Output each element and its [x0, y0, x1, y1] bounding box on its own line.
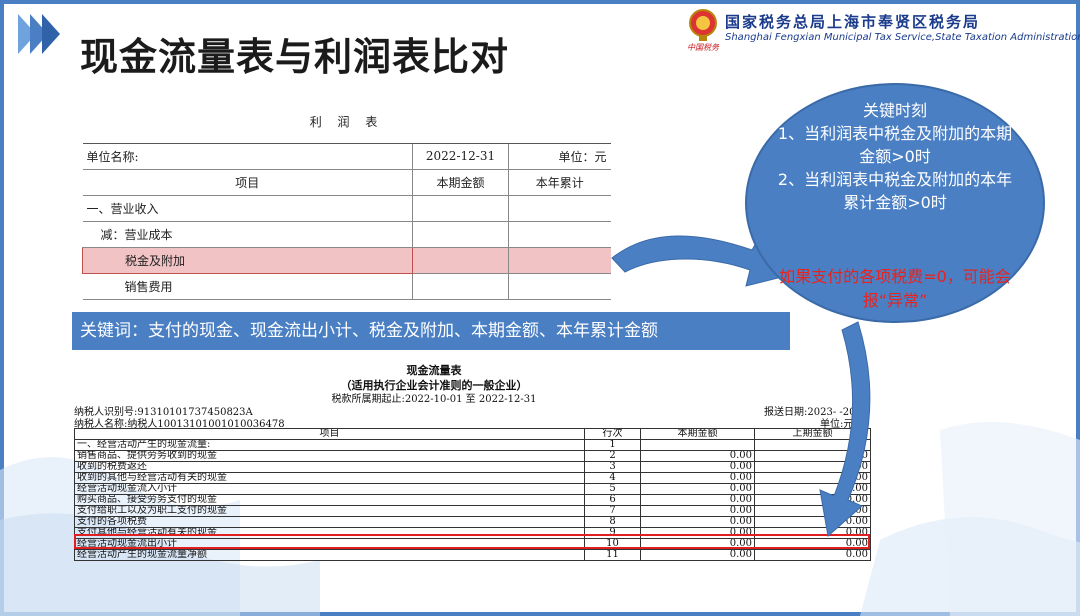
cell-current [412, 247, 509, 274]
table-row: 减：营业成本 [82, 221, 611, 248]
callout-line-1: 1、当利润表中税金及附加的本期金额>0时 [777, 124, 1013, 166]
table-row: 经营活动现金流入小计 5 0.00 0.00 [74, 483, 871, 495]
table-row: 购买商品、接受劳务支付的现金 6 0.00 0.00 [74, 494, 871, 506]
cell-current [412, 273, 509, 300]
row-label: 销售费用 [82, 273, 413, 300]
cell-current: 0.00 [640, 505, 755, 517]
row-label: 一、营业收入 [82, 195, 413, 222]
unit-name-label: 单位名称: [82, 143, 413, 170]
income-statement: 利 润 表 单位名称: 2022-12-31 单位：元 项目 本期金额 本年累计… [82, 101, 611, 301]
cell-current [412, 195, 509, 222]
page-title: 现金流量表与利润表比对 [80, 35, 510, 79]
cell-item: 销售商品、提供劳务收到的现金 [74, 450, 585, 462]
cell-prior: 0.00 [754, 461, 871, 473]
cell-current [640, 439, 755, 451]
cell-current: 0.00 [640, 549, 755, 561]
column-header-current: 本期金额 [412, 169, 509, 196]
cell-prior: 0.00 [754, 505, 871, 517]
highlighted-row: 税金及附加 [82, 246, 611, 274]
callout-warning: 如果支付的各项税费=0，可能会报“异常” [779, 267, 1011, 310]
cell-line: 5 [584, 483, 641, 495]
cell-line: 11 [584, 549, 641, 561]
table-row: 收到的其他与经营活动有关的现金 4 0.00 0.00 [74, 472, 871, 484]
table-row: 一、营业收入 [82, 195, 611, 222]
table-row: 收到的税费返还 3 0.00 0.00 [74, 461, 871, 473]
column-header-line: 行次 [584, 428, 641, 440]
cell-line: 3 [584, 461, 641, 473]
cell-ytd [507, 221, 611, 248]
tax-emblem-icon [689, 9, 717, 41]
cell-prior: 0.00 [754, 549, 871, 561]
cell-line: 4 [584, 472, 641, 484]
table-row: 支付给职工以及为职工支付的现金 7 0.00 0.00 [74, 505, 871, 517]
cell-current: 0.00 [640, 450, 755, 462]
column-header-current: 本期金额 [640, 428, 755, 440]
column-header-item: 项目 [74, 428, 585, 440]
callout-line-2: 2、当利润表中税金及附加的本年累计金额>0时 [777, 170, 1013, 212]
cell-item: 经营活动现金流入小计 [74, 483, 585, 495]
callout-bubble: 关键时刻 1、当利润表中税金及附加的本期金额>0时 2、当利润表中税金及附加的本… [745, 83, 1045, 323]
cell-item: 收到的其他与经营活动有关的现金 [74, 472, 585, 484]
org-name-cn: 国家税务总局上海市奉贤区税务局 [725, 13, 981, 31]
income-statement-title: 利 润 表 [82, 101, 611, 144]
table-row: 支付的各项税费 8 0.00 0.00 [74, 516, 871, 528]
cash-flow-title: 现金流量表 [406, 364, 462, 377]
callout-heading: 关键时刻 [862, 101, 927, 120]
cell-prior: 0.00 [754, 516, 871, 528]
cell-current: 0.00 [640, 461, 755, 473]
keywords-banner: 关键词：支付的现金、现金流出小计、税金及附加、本期金额、本年累计金额 [72, 312, 790, 350]
chevron-right-icon [18, 14, 60, 54]
row-label: 税金及附加 [82, 246, 413, 274]
cell-prior [754, 439, 871, 451]
table-row: 销售商品、提供劳务收到的现金 2 0.00 0.00 [74, 450, 871, 462]
cell-item: 收到的税费返还 [74, 461, 585, 473]
cell-item: 支付给职工以及为职工支付的现金 [74, 505, 585, 517]
org-name-en: Shanghai Fengxian Municipal Tax Service,… [725, 32, 1080, 43]
cell-line: 2 [584, 450, 641, 462]
org-signature: 中国税务 [687, 43, 719, 52]
cell-item: 购买商品、接受劳务支付的现金 [74, 494, 585, 506]
cell-current: 0.00 [640, 472, 755, 484]
table-row: 经营活动产生的现金流量净额 11 0.00 0.00 [74, 549, 871, 561]
cell-ytd [507, 273, 611, 300]
column-header-prior: 上期金额 [754, 428, 871, 440]
statement-date: 2022-12-31 [412, 143, 509, 170]
column-header-ytd: 本年累计 [507, 169, 611, 196]
cell-line: 7 [584, 505, 641, 517]
cell-item: 经营活动产生的现金流量净额 [74, 549, 585, 561]
cell-current: 0.00 [640, 516, 755, 528]
cell-current [412, 221, 509, 248]
column-header-item: 项目 [82, 169, 413, 196]
table-row: 销售费用 [82, 273, 611, 300]
slide: 现金流量表与利润表比对 国家税务总局上海市奉贤区税务局 Shanghai Fen… [0, 0, 1080, 616]
cell-prior: 0.00 [754, 494, 871, 506]
org-logo-block: 国家税务总局上海市奉贤区税务局 Shanghai Fengxian Munici… [685, 8, 1080, 52]
cell-line: 1 [584, 439, 641, 451]
cell-line: 8 [584, 516, 641, 528]
cell-prior: 0.00 [754, 450, 871, 462]
cell-item: 支付的各项税费 [74, 516, 585, 528]
callout-text: 关键时刻 1、当利润表中税金及附加的本期金额>0时 2、当利润表中税金及附加的本… [775, 99, 1015, 214]
table-row: 一、经营活动产生的现金流量: 1 [74, 439, 871, 451]
cell-line: 6 [584, 494, 641, 506]
cell-current: 0.00 [640, 494, 755, 506]
cell-prior: 0.00 [754, 483, 871, 495]
cell-ytd [507, 195, 611, 222]
row-label: 减：营业成本 [82, 221, 413, 248]
cell-item: 一、经营活动产生的现金流量: [74, 439, 585, 451]
cell-prior: 0.00 [754, 472, 871, 484]
cell-ytd [507, 247, 611, 274]
unit-label: 单位：元 [507, 143, 611, 170]
cell-current: 0.00 [640, 483, 755, 495]
highlight-box [74, 534, 870, 549]
cash-flow-statement: 现金流量表 （适用执行企业会计准则的一般企业） 税款所属期起止:2022-10-… [74, 362, 872, 592]
